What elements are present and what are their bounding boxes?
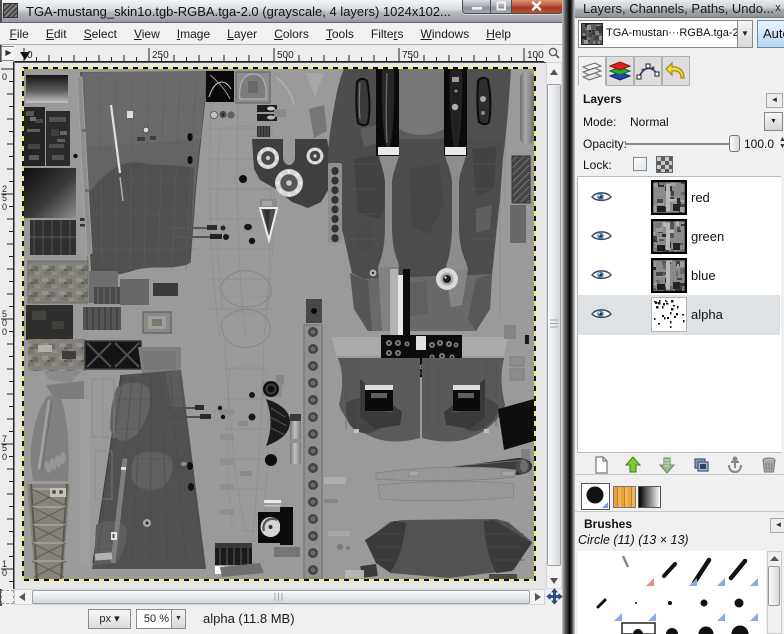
svg-text:0: 0 (27, 50, 33, 61)
svg-text:100: 100 (527, 50, 544, 61)
svg-text:0: 0 (2, 327, 7, 337)
svg-text:0: 0 (2, 202, 7, 212)
svg-text:0: 0 (2, 72, 7, 82)
svg-text:500: 500 (277, 50, 294, 61)
svg-text:750: 750 (402, 50, 419, 61)
svg-text:0: 0 (2, 568, 7, 578)
svg-text:250: 250 (152, 50, 169, 61)
svg-text:0: 0 (2, 452, 7, 462)
